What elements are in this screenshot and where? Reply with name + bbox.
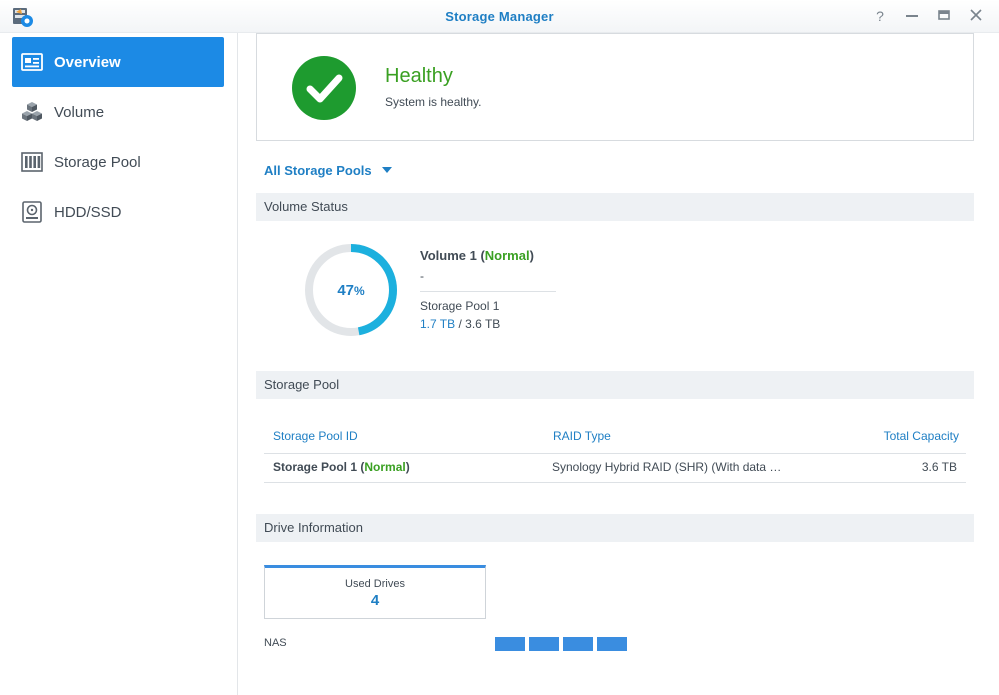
volume-capacity: 1.7 TB / 3.6 TB xyxy=(420,317,500,331)
used-drives-count: 4 xyxy=(370,592,380,609)
window-title: Storage Manager xyxy=(445,9,554,24)
column-header-total-capacity[interactable]: Total Capacity xyxy=(798,429,959,443)
sidebar: Overview Volume Storage Pool HDD/SSD xyxy=(0,33,238,695)
volume-pool-name: Storage Pool 1 xyxy=(420,299,500,313)
hdd-icon xyxy=(20,200,44,224)
usage-number: 47 xyxy=(337,282,354,299)
sidebar-item-label: Storage Pool xyxy=(54,153,141,171)
volume-status-heading: Volume Status xyxy=(256,193,974,221)
sidebar-item-storage-pool[interactable]: Storage Pool xyxy=(12,137,224,187)
close-icon[interactable] xyxy=(966,6,986,26)
storage-pool-icon xyxy=(20,150,44,174)
nas-label: NAS xyxy=(264,637,287,649)
pool-id-text: Storage Pool 1 xyxy=(273,460,358,474)
used-drives-label: Used Drives xyxy=(345,578,405,590)
volume-description: - xyxy=(420,269,424,283)
volume-state: Normal xyxy=(484,248,530,263)
title-bar: Storage Manager ? xyxy=(0,0,999,33)
volume-usage-percent: 47% xyxy=(302,282,400,299)
sidebar-item-label: Volume xyxy=(54,103,105,121)
pool-id-cell: Storage Pool 1 (Normal) xyxy=(273,460,410,474)
volume-cubes-icon xyxy=(20,100,44,124)
total-capacity-cell: 3.6 TB xyxy=(921,460,957,474)
volume-total: 3.6 TB xyxy=(465,317,501,331)
drive-slot[interactable] xyxy=(563,637,593,651)
health-status-title: Healthy xyxy=(385,65,453,87)
capacity-separator: / xyxy=(458,317,462,331)
storage-pool-filter-label: All Storage Pools xyxy=(264,163,372,178)
chevron-down-icon xyxy=(381,167,392,173)
drive-information-heading: Drive Information xyxy=(256,514,974,542)
maximize-icon[interactable] xyxy=(934,6,954,26)
usage-unit: % xyxy=(354,284,365,298)
storage-pool-heading: Storage Pool xyxy=(256,371,974,399)
sidebar-item-overview[interactable]: Overview xyxy=(12,37,224,87)
volume-used: 1.7 TB xyxy=(420,317,456,331)
volume-name-text: Volume 1 xyxy=(420,248,477,263)
storage-pool-filter-dropdown[interactable]: All Storage Pools xyxy=(264,163,392,178)
main-panel: Healthy System is healthy. All Storage P… xyxy=(238,33,999,695)
raid-type-cell: Synology Hybrid RAID (SHR) (With data … xyxy=(552,460,782,474)
sidebar-item-volume[interactable]: Volume xyxy=(12,87,224,137)
help-icon[interactable]: ? xyxy=(870,6,890,26)
table-divider xyxy=(264,482,966,483)
health-status-message: System is healthy. xyxy=(385,95,482,109)
drive-slot[interactable] xyxy=(529,637,559,651)
minimize-icon[interactable] xyxy=(902,6,922,26)
volume-name[interactable]: Volume 1 (Normal) xyxy=(420,248,534,263)
health-card: Healthy System is healthy. xyxy=(256,33,974,141)
drive-slot[interactable] xyxy=(495,637,525,651)
check-circle-icon xyxy=(292,56,356,120)
sidebar-item-hdd-ssd[interactable]: HDD/SSD xyxy=(12,187,224,237)
drive-slot[interactable] xyxy=(597,637,627,651)
used-drives-card: Used Drives 4 xyxy=(264,565,486,619)
overview-icon xyxy=(20,50,44,74)
pool-state: Normal xyxy=(364,460,406,474)
column-header-raid-type[interactable]: RAID Type xyxy=(553,429,611,443)
column-header-pool-id[interactable]: Storage Pool ID xyxy=(273,429,358,443)
divider xyxy=(420,291,556,292)
sidebar-item-label: HDD/SSD xyxy=(54,203,122,221)
table-divider xyxy=(264,453,966,454)
sidebar-item-label: Overview xyxy=(54,53,121,71)
